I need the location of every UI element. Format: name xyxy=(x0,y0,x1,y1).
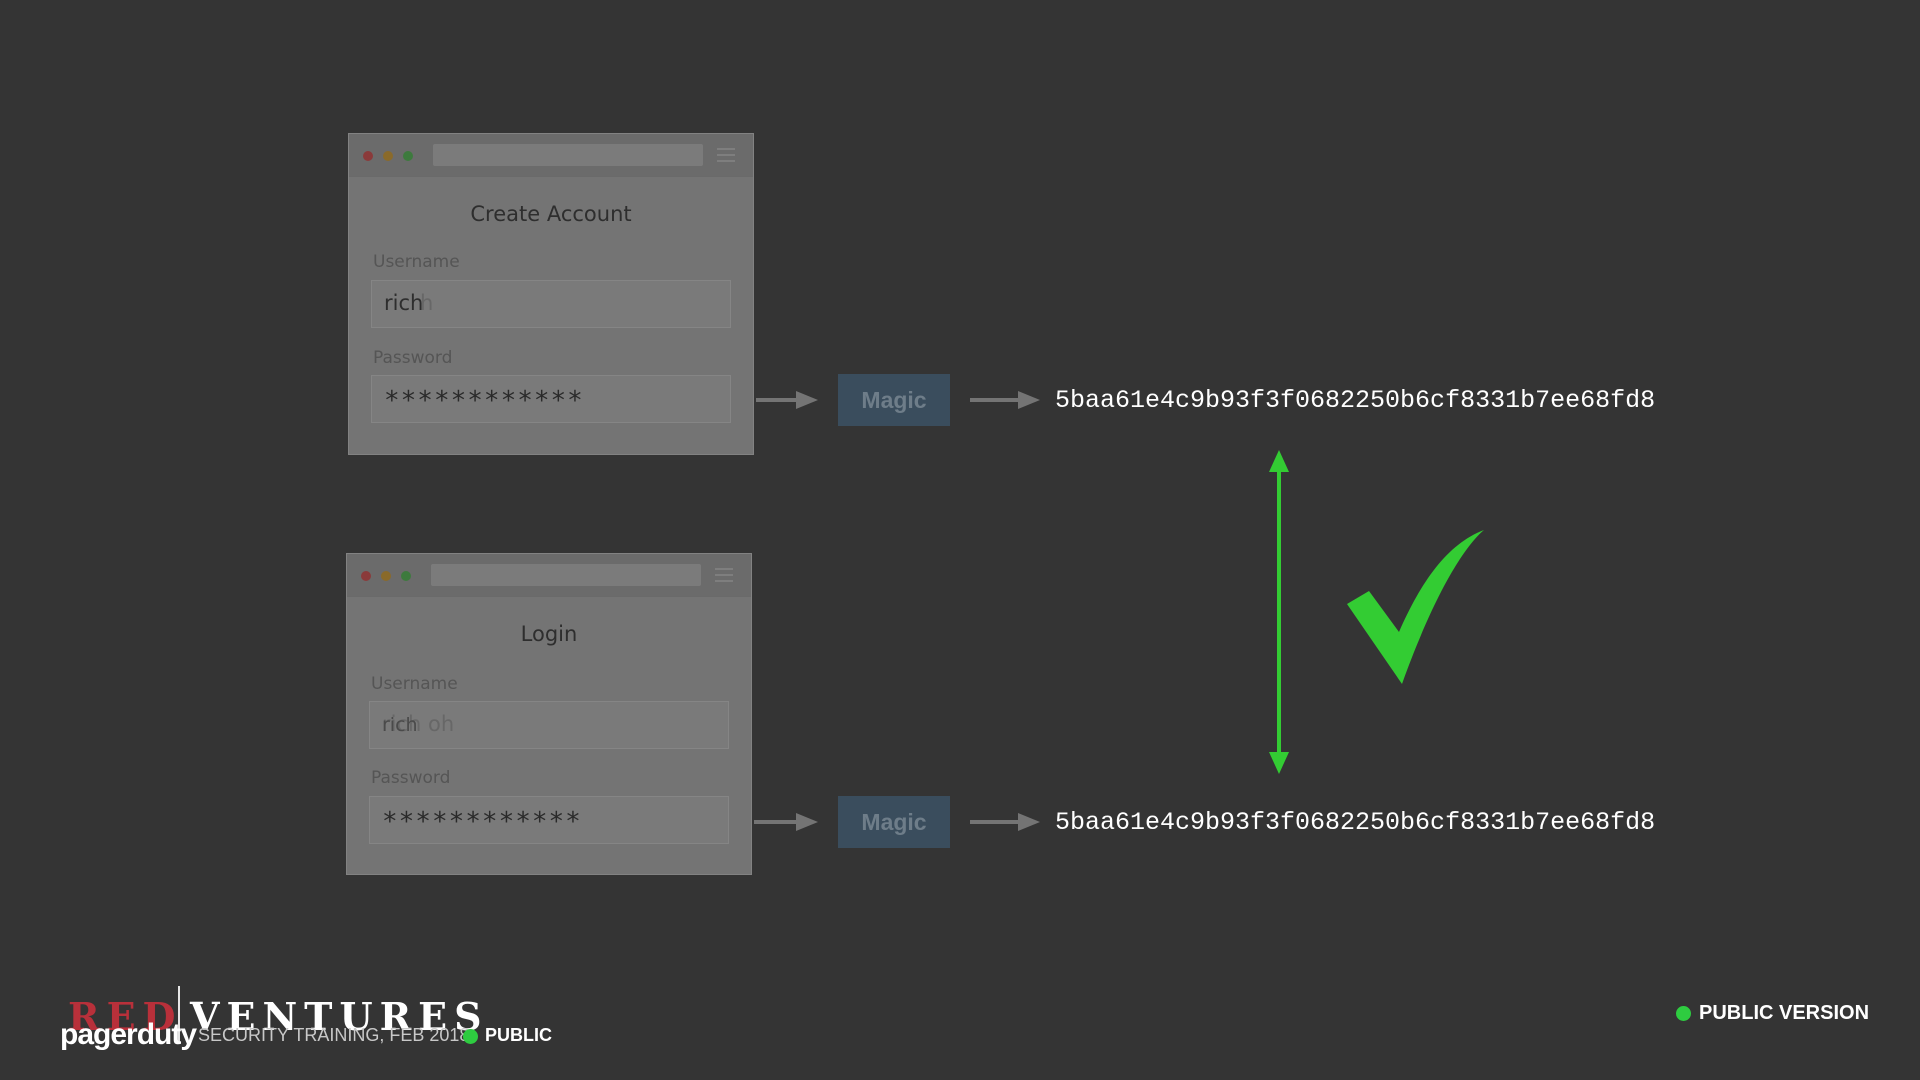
maximize-dot-icon[interactable] xyxy=(401,571,411,581)
window-title: Create Account xyxy=(470,202,632,226)
footer-subtitle: SECURITY TRAINING, FEB 2018 xyxy=(198,1025,470,1045)
checkmark-icon xyxy=(1347,530,1484,684)
url-bar[interactable] xyxy=(433,144,703,166)
username-value: rich xyxy=(384,291,424,315)
double-arrow-icon xyxy=(1269,450,1289,774)
password-label: Password xyxy=(373,348,453,368)
url-bar[interactable] xyxy=(431,564,701,586)
magic-box: Magic xyxy=(838,796,950,848)
arrow-right-icon xyxy=(970,813,1040,831)
password-value: ************ xyxy=(384,386,584,416)
public-version-label: PUBLIC VERSION xyxy=(1699,1002,1870,1024)
password-label: Password xyxy=(371,768,451,788)
username-label: Username xyxy=(373,252,460,272)
window-titlebar xyxy=(347,554,751,597)
password-value: ************ xyxy=(382,807,582,837)
username-ghost-text: h xyxy=(420,291,434,315)
public-dot-icon xyxy=(463,1029,478,1044)
username-label: Username xyxy=(371,674,458,694)
password-field[interactable]: ************ xyxy=(369,796,729,844)
password-field[interactable]: ************ xyxy=(371,375,731,423)
minimize-dot-icon[interactable] xyxy=(383,151,393,161)
hash-output-bottom: 5baa61e4c9b93f3f0682250b6cf8331b7ee68fd8 xyxy=(1055,808,1656,837)
username-field[interactable]: rich h xyxy=(371,280,731,328)
close-dot-icon[interactable] xyxy=(363,151,373,161)
pagerduty-logo: pagerduty xyxy=(60,1018,197,1051)
hash-output-top: 5baa61e4c9b93f3f0682250b6cf8331b7ee68fd8 xyxy=(1055,386,1656,415)
arrow-right-icon xyxy=(756,391,818,409)
close-dot-icon[interactable] xyxy=(361,571,371,581)
maximize-dot-icon[interactable] xyxy=(403,151,413,161)
window-title: Login xyxy=(520,622,578,646)
login-window: Login Username rich oh rich Password ***… xyxy=(346,553,752,875)
hamburger-menu-icon[interactable] xyxy=(717,148,735,162)
magic-box: Magic xyxy=(838,374,950,426)
hamburger-menu-icon[interactable] xyxy=(715,568,733,582)
username-field[interactable]: rich oh rich xyxy=(369,701,729,749)
username-value: rich xyxy=(382,714,418,736)
minimize-dot-icon[interactable] xyxy=(381,571,391,581)
arrow-right-icon xyxy=(754,813,818,831)
arrow-right-icon xyxy=(970,391,1040,409)
window-titlebar xyxy=(349,134,753,177)
public-version-dot-icon xyxy=(1676,1006,1691,1021)
public-badge: PUBLIC xyxy=(485,1025,552,1045)
create-account-window: Create Account Username rich h Password … xyxy=(348,133,754,455)
